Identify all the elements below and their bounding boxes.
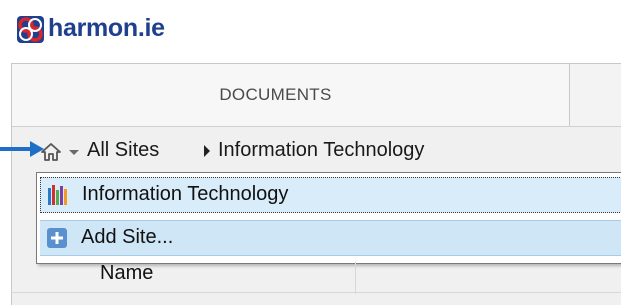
breadcrumb: All Sites Information Technology: [12, 136, 621, 166]
chevron-right-icon: [204, 145, 210, 157]
tab-documents[interactable]: DOCUMENTS: [12, 64, 570, 126]
brand-name: harmon.ie: [48, 14, 165, 42]
menu-item-label: Information Technology: [82, 183, 289, 205]
header-divider: [11, 292, 621, 293]
plus-icon: [47, 228, 67, 248]
title-bar: harmon.ie: [0, 0, 621, 62]
site-dropdown-menu: Information Technology Add Site...: [36, 172, 621, 264]
arrow-right-icon: [0, 141, 44, 157]
site-icon: [48, 185, 67, 205]
tab-strip: DOCUMENTS: [12, 64, 621, 127]
tab-documents-label: DOCUMENTS: [219, 85, 332, 104]
column-header-name[interactable]: Name: [100, 262, 153, 285]
column-divider: [355, 262, 356, 294]
menu-item-add-site[interactable]: Add Site...: [40, 220, 621, 256]
menu-item-label: Add Site...: [81, 226, 174, 248]
harmonie-logo-icon: [17, 16, 44, 43]
breadcrumb-all-sites[interactable]: All Sites: [87, 139, 159, 162]
chevron-down-icon[interactable]: [67, 142, 81, 162]
breadcrumb-current-site[interactable]: Information Technology: [218, 139, 424, 162]
tab-next[interactable]: [570, 64, 621, 126]
menu-item-information-technology[interactable]: Information Technology: [40, 177, 621, 213]
